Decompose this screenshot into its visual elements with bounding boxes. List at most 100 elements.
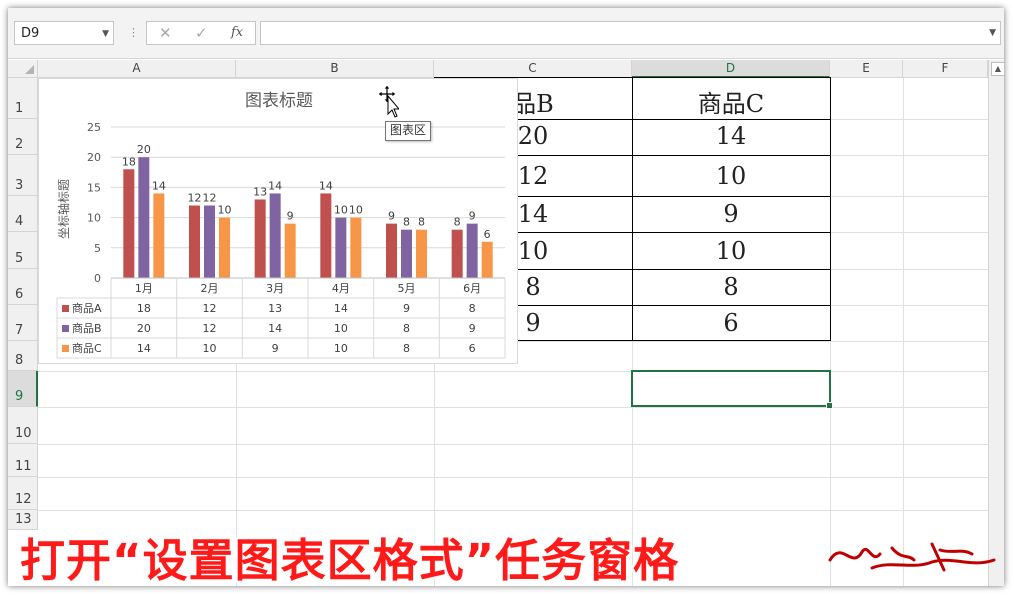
- bar: [204, 205, 215, 278]
- row-header-3[interactable]: 3: [8, 155, 38, 196]
- data-label: 8: [454, 216, 461, 229]
- chart-title[interactable]: 图表标题: [245, 91, 313, 111]
- name-box[interactable]: D9 ▼: [14, 21, 114, 45]
- data-label: 8: [418, 216, 425, 229]
- chart-svg: 051015202518201412 121013 1491410 10 9 8 8 8 961…: [56, 91, 506, 359]
- insert-function-icon[interactable]: fx: [231, 25, 243, 40]
- chevron-down-icon[interactable]: ▼: [102, 22, 109, 46]
- expand-formula-icon[interactable]: ▼: [989, 28, 996, 38]
- row-header-10[interactable]: 10: [8, 407, 38, 444]
- y-tick-label: 10: [87, 212, 101, 225]
- x-tick-label: 1月: [135, 282, 153, 295]
- data-table-cell: 18: [137, 302, 151, 315]
- bar: [386, 223, 397, 278]
- cell-d7[interactable]: 6: [632, 309, 830, 337]
- data-table-cell: 9: [272, 342, 279, 355]
- column-header-c[interactable]: C: [434, 60, 632, 78]
- data-label: 8: [403, 216, 410, 229]
- row-header-12[interactable]: 12: [8, 477, 38, 510]
- name-box-value: D9: [21, 26, 40, 41]
- legend-key: [62, 345, 69, 352]
- legend-key: [62, 305, 69, 312]
- bar: [269, 193, 281, 278]
- cell-d2[interactable]: 14: [632, 122, 830, 150]
- bar: [284, 223, 296, 278]
- data-table-cell: 8: [469, 302, 476, 315]
- data-label: 10: [218, 204, 232, 217]
- cancel-icon[interactable]: ✕: [159, 24, 172, 42]
- data-label: 14: [268, 179, 282, 192]
- data-table-cell: 12: [203, 302, 217, 315]
- bar: [138, 157, 150, 278]
- row-header-8[interactable]: 8: [8, 341, 38, 371]
- row-header-7[interactable]: 7: [8, 305, 38, 341]
- cell-d6[interactable]: 8: [632, 273, 830, 301]
- legend-label: 商品C: [72, 341, 102, 355]
- gridline: [38, 477, 988, 478]
- row-header-9[interactable]: 9: [8, 371, 38, 407]
- y-axis-title[interactable]: 坐标轴标题: [56, 179, 71, 239]
- y-tick-label: 15: [87, 181, 101, 194]
- chart-area-tooltip: 图表区: [385, 121, 432, 141]
- x-tick-label: 3月: [266, 282, 284, 295]
- gridline: [38, 407, 988, 408]
- row-header-6[interactable]: 6: [8, 269, 38, 305]
- column-header-d[interactable]: D: [632, 60, 830, 78]
- cell-d3[interactable]: 10: [632, 162, 830, 190]
- enter-icon[interactable]: ✓: [195, 24, 208, 42]
- data-table-cell: 10: [203, 342, 217, 355]
- bar: [189, 205, 200, 278]
- y-tick-label: 0: [94, 272, 101, 285]
- data-table-cell: 10: [334, 342, 348, 355]
- data-label: 10: [334, 204, 348, 217]
- y-tick-label: 25: [87, 121, 101, 134]
- bar: [451, 229, 463, 278]
- x-tick-label: 6月: [463, 282, 481, 295]
- row-header-11[interactable]: 11: [8, 444, 38, 477]
- column-header-e[interactable]: E: [830, 60, 903, 78]
- bar: [219, 217, 230, 278]
- row-header-5[interactable]: 5: [8, 232, 38, 269]
- cell-d4[interactable]: 9: [632, 200, 830, 228]
- row-header-1[interactable]: 1: [8, 78, 38, 119]
- legend-label: 商品B: [72, 321, 102, 335]
- x-tick-label: 2月: [201, 282, 219, 295]
- gridline: [38, 444, 988, 445]
- data-label: 20: [137, 143, 151, 156]
- scroll-up-icon[interactable]: ▲: [991, 62, 1004, 76]
- data-label: 12: [203, 192, 217, 205]
- cell-d5[interactable]: 10: [632, 237, 830, 265]
- bar: [254, 199, 266, 278]
- bar: [401, 229, 412, 278]
- vertical-scrollbar[interactable]: ▲: [988, 60, 1004, 586]
- select-all-corner[interactable]: [8, 60, 38, 78]
- y-tick-label: 20: [87, 151, 101, 164]
- data-label: 10: [349, 204, 363, 217]
- gridline: [38, 510, 988, 511]
- data-table-cell: 14: [334, 302, 348, 315]
- column-header-f[interactable]: F: [903, 60, 988, 78]
- data-label: 9: [388, 210, 395, 223]
- data-table-cell: 8: [403, 322, 410, 335]
- row-header-4[interactable]: 4: [8, 196, 38, 232]
- data-table-cell: 12: [203, 322, 217, 335]
- bar: [153, 193, 165, 278]
- formula-input[interactable]: ▼: [260, 21, 1001, 45]
- column-header-b[interactable]: B: [236, 60, 434, 78]
- column-header-a[interactable]: A: [38, 60, 236, 78]
- legend-key: [62, 325, 69, 332]
- bar: [350, 217, 362, 278]
- data-table-cell: 9: [469, 322, 476, 335]
- active-cell-d9[interactable]: [631, 370, 833, 409]
- signature-logo: [828, 542, 996, 572]
- data-label: 12: [188, 192, 202, 205]
- row-header-2[interactable]: 2: [8, 119, 38, 155]
- data-table-cell: 10: [334, 322, 348, 335]
- data-table-cell: 14: [268, 322, 282, 335]
- y-tick-label: 5: [94, 242, 101, 255]
- cell-d1[interactable]: 商品C: [632, 84, 830, 119]
- bar: [335, 217, 347, 278]
- bar: [416, 229, 427, 278]
- data-label: 9: [469, 210, 476, 223]
- chart-area[interactable]: 0 5 10 15 20 25 18 20 14 12 12 10 13 14 9 14 10 10 9 8 8 8 9 6 1…: [38, 78, 518, 364]
